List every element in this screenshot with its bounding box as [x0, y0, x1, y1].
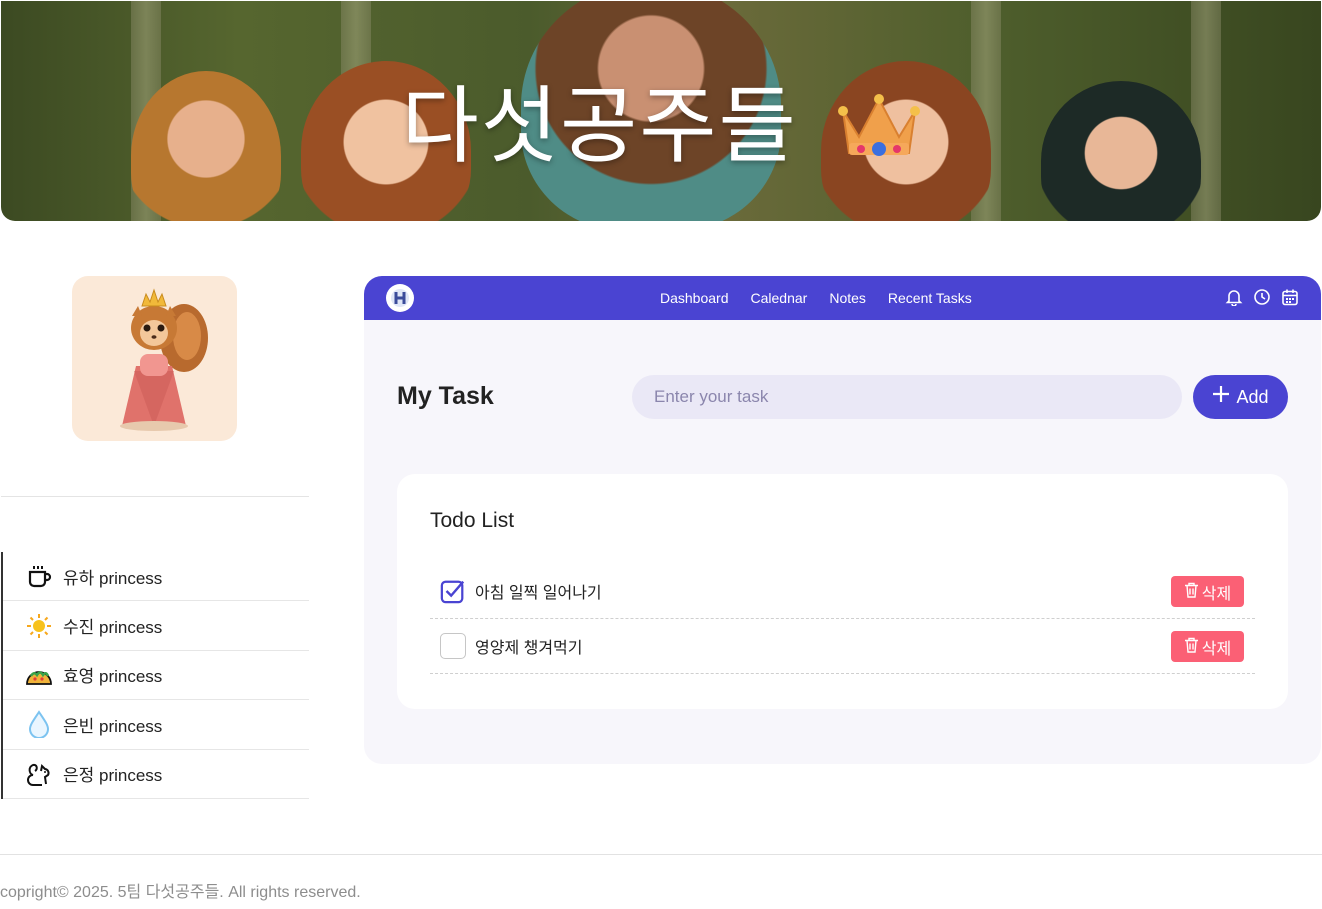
- todo-checkbox-unchecked[interactable]: [440, 633, 466, 659]
- sidebar-item-eunbin[interactable]: 은빈 princess: [3, 700, 309, 750]
- todo-item: 아침 일찍 일어나기 삭제: [430, 564, 1255, 619]
- sidebar-item-hyoyoung[interactable]: 효영 princess: [3, 651, 309, 701]
- bell-icon[interactable]: [1225, 288, 1243, 306]
- todo-item: 영양제 챙겨먹기 삭제: [430, 619, 1255, 674]
- princess-squirrel-avatar: [120, 288, 208, 431]
- sidebar-item-sujin[interactable]: 수진 princess: [3, 601, 309, 651]
- crown-icon: [837, 83, 921, 181]
- delete-button[interactable]: 삭제: [1171, 576, 1244, 607]
- sidebar-item-label: 은빈 princess: [63, 716, 163, 736]
- nav-link-recent-tasks[interactable]: Recent Tasks: [888, 290, 972, 306]
- todo-item-text: 아침 일찍 일어나기: [475, 585, 602, 602]
- footer-divider: [0, 854, 1322, 855]
- todo-card: Todo List 아침 일찍 일어나기 삭제 영양제 챙겨먹기 삭제: [397, 474, 1288, 709]
- trash-icon: [1184, 637, 1199, 657]
- banner-title: 다섯공주들: [1, 59, 1321, 181]
- banner-title-text: 다섯공주들: [401, 77, 798, 175]
- nav-icons: [1225, 288, 1299, 306]
- add-task-button[interactable]: Add: [1193, 375, 1288, 419]
- calendar-icon[interactable]: [1281, 288, 1299, 306]
- squirrel-icon: [25, 760, 53, 788]
- footer-copyright: copright© 2025. 5팀 다섯공주들. All rights res…: [0, 884, 361, 901]
- nav-link-notes[interactable]: Notes: [829, 290, 866, 306]
- sidebar-item-label: 수진 princess: [63, 618, 163, 638]
- task-input[interactable]: [632, 375, 1182, 419]
- nav-link-calendar[interactable]: Calednar: [751, 290, 808, 306]
- banner: 다섯공주들: [1, 1, 1321, 221]
- plus-icon: [1212, 384, 1230, 408]
- sidebar-item-label: 유하 princess: [63, 568, 163, 588]
- taco-icon: [25, 661, 53, 689]
- sidebar-member-list: 유하 princess 수진 princess 효영 princess 은빈 p…: [1, 552, 309, 799]
- task-panel: Dashboard Calednar Notes Recent Tasks My…: [364, 276, 1321, 764]
- sidebar-item-label: 은정 princess: [63, 766, 163, 786]
- todo-item-text: 영양제 챙겨먹기: [475, 640, 583, 657]
- todo-checkbox-checked[interactable]: [440, 578, 466, 604]
- delete-button-label: 삭제: [1201, 583, 1232, 603]
- avatar: [72, 276, 237, 441]
- todo-list: 아침 일찍 일어나기 삭제 영양제 챙겨먹기 삭제: [430, 564, 1255, 674]
- top-navbar: Dashboard Calednar Notes Recent Tasks: [364, 276, 1321, 320]
- add-button-label: Add: [1236, 386, 1269, 407]
- coffee-cup-icon: [25, 562, 53, 590]
- sidebar-item-yuha[interactable]: 유하 princess: [3, 552, 309, 602]
- nav-link-dashboard[interactable]: Dashboard: [660, 290, 729, 306]
- delete-button-label: 삭제: [1201, 638, 1232, 658]
- water-drop-icon: [25, 710, 53, 739]
- todo-list-title: Todo List: [430, 509, 515, 532]
- trash-icon: [1184, 582, 1199, 602]
- logo-icon: [391, 289, 409, 307]
- clock-icon[interactable]: [1253, 288, 1271, 306]
- app-logo[interactable]: [386, 284, 414, 312]
- sun-icon: [25, 612, 53, 640]
- sidebar-divider: [1, 496, 309, 497]
- sidebar-item-label: 효영 princess: [63, 667, 163, 687]
- sidebar-item-eunjeong[interactable]: 은정 princess: [3, 750, 309, 799]
- nav-links: Dashboard Calednar Notes Recent Tasks: [660, 276, 994, 320]
- delete-button[interactable]: 삭제: [1171, 631, 1244, 662]
- page-title: My Task: [397, 382, 494, 410]
